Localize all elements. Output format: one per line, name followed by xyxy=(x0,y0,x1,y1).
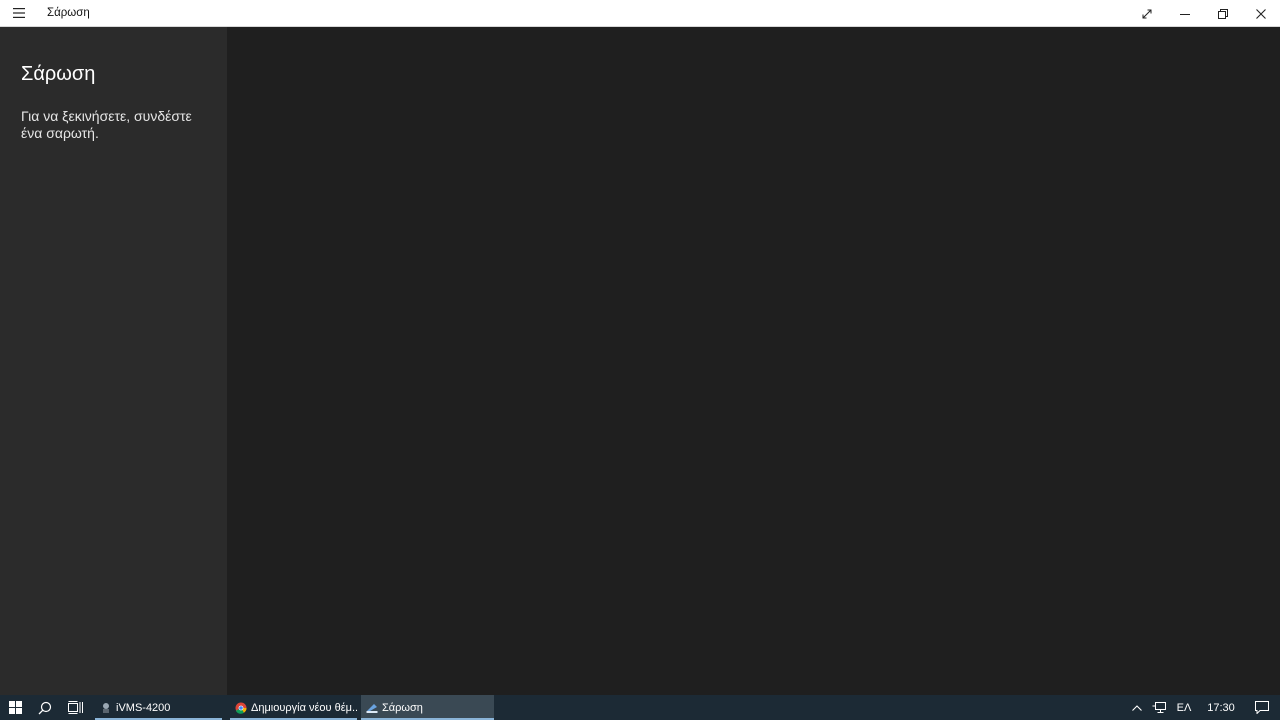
taskbar-item-label: iVMS-4200 xyxy=(116,701,171,714)
connect-scanner-message: Για να ξεκινήσετε, συνδέστε ένα σαρωτή. xyxy=(21,108,192,141)
hamburger-menu-button[interactable] xyxy=(0,0,37,27)
title-bar: Σάρωση xyxy=(0,0,1280,27)
taskbar: iVMS-4200 Δημιουργία νέου θέμ... Σάρωση xyxy=(0,695,1280,720)
chevron-up-icon xyxy=(1132,704,1142,711)
action-center-button[interactable] xyxy=(1244,695,1280,720)
fullscreen-button[interactable] xyxy=(1128,0,1166,27)
system-tray: ΕΛ 17:30 xyxy=(1126,695,1280,720)
close-icon xyxy=(1256,8,1266,19)
chrome-icon xyxy=(235,702,247,714)
taskbar-item-label: Σάρωση xyxy=(382,701,423,714)
show-hidden-icons-button[interactable] xyxy=(1126,695,1148,720)
clock[interactable]: 17:30 xyxy=(1198,695,1244,720)
scan-app-icon xyxy=(366,703,378,713)
hamburger-icon xyxy=(12,8,25,18)
restore-icon xyxy=(1218,8,1228,19)
minimize-icon xyxy=(1180,13,1190,15)
start-button[interactable] xyxy=(0,695,30,720)
expand-icon xyxy=(1142,9,1152,18)
close-button[interactable] xyxy=(1242,0,1280,27)
preview-area xyxy=(227,27,1280,695)
minimize-button[interactable] xyxy=(1166,0,1204,27)
network-button[interactable] xyxy=(1148,695,1170,720)
language-indicator[interactable]: ΕΛ xyxy=(1170,695,1198,720)
task-view-button[interactable] xyxy=(60,695,90,720)
search-button[interactable] xyxy=(30,695,60,720)
notifications-icon xyxy=(1255,701,1269,714)
page-title: Σάρωση xyxy=(21,63,96,85)
search-icon xyxy=(38,701,52,714)
taskbar-item-label: Δημιουργία νέου θέμ... xyxy=(251,701,357,714)
sidebar-pane: Σάρωση Για να ξεκινήσετε, συνδέστε ένα σ… xyxy=(0,27,227,695)
taskbar-item-ivms[interactable]: iVMS-4200 xyxy=(95,695,222,720)
windows-logo-icon xyxy=(8,701,22,714)
window-title: Σάρωση xyxy=(47,7,90,19)
ivms-app-icon xyxy=(103,702,109,713)
restore-button[interactable] xyxy=(1204,0,1242,27)
window-controls xyxy=(1128,0,1280,27)
task-view-icon xyxy=(67,701,83,714)
taskbar-item-scan[interactable]: Σάρωση xyxy=(361,695,494,720)
taskbar-item-chrome[interactable]: Δημιουργία νέου θέμ... xyxy=(230,695,357,720)
network-icon xyxy=(1152,701,1166,713)
